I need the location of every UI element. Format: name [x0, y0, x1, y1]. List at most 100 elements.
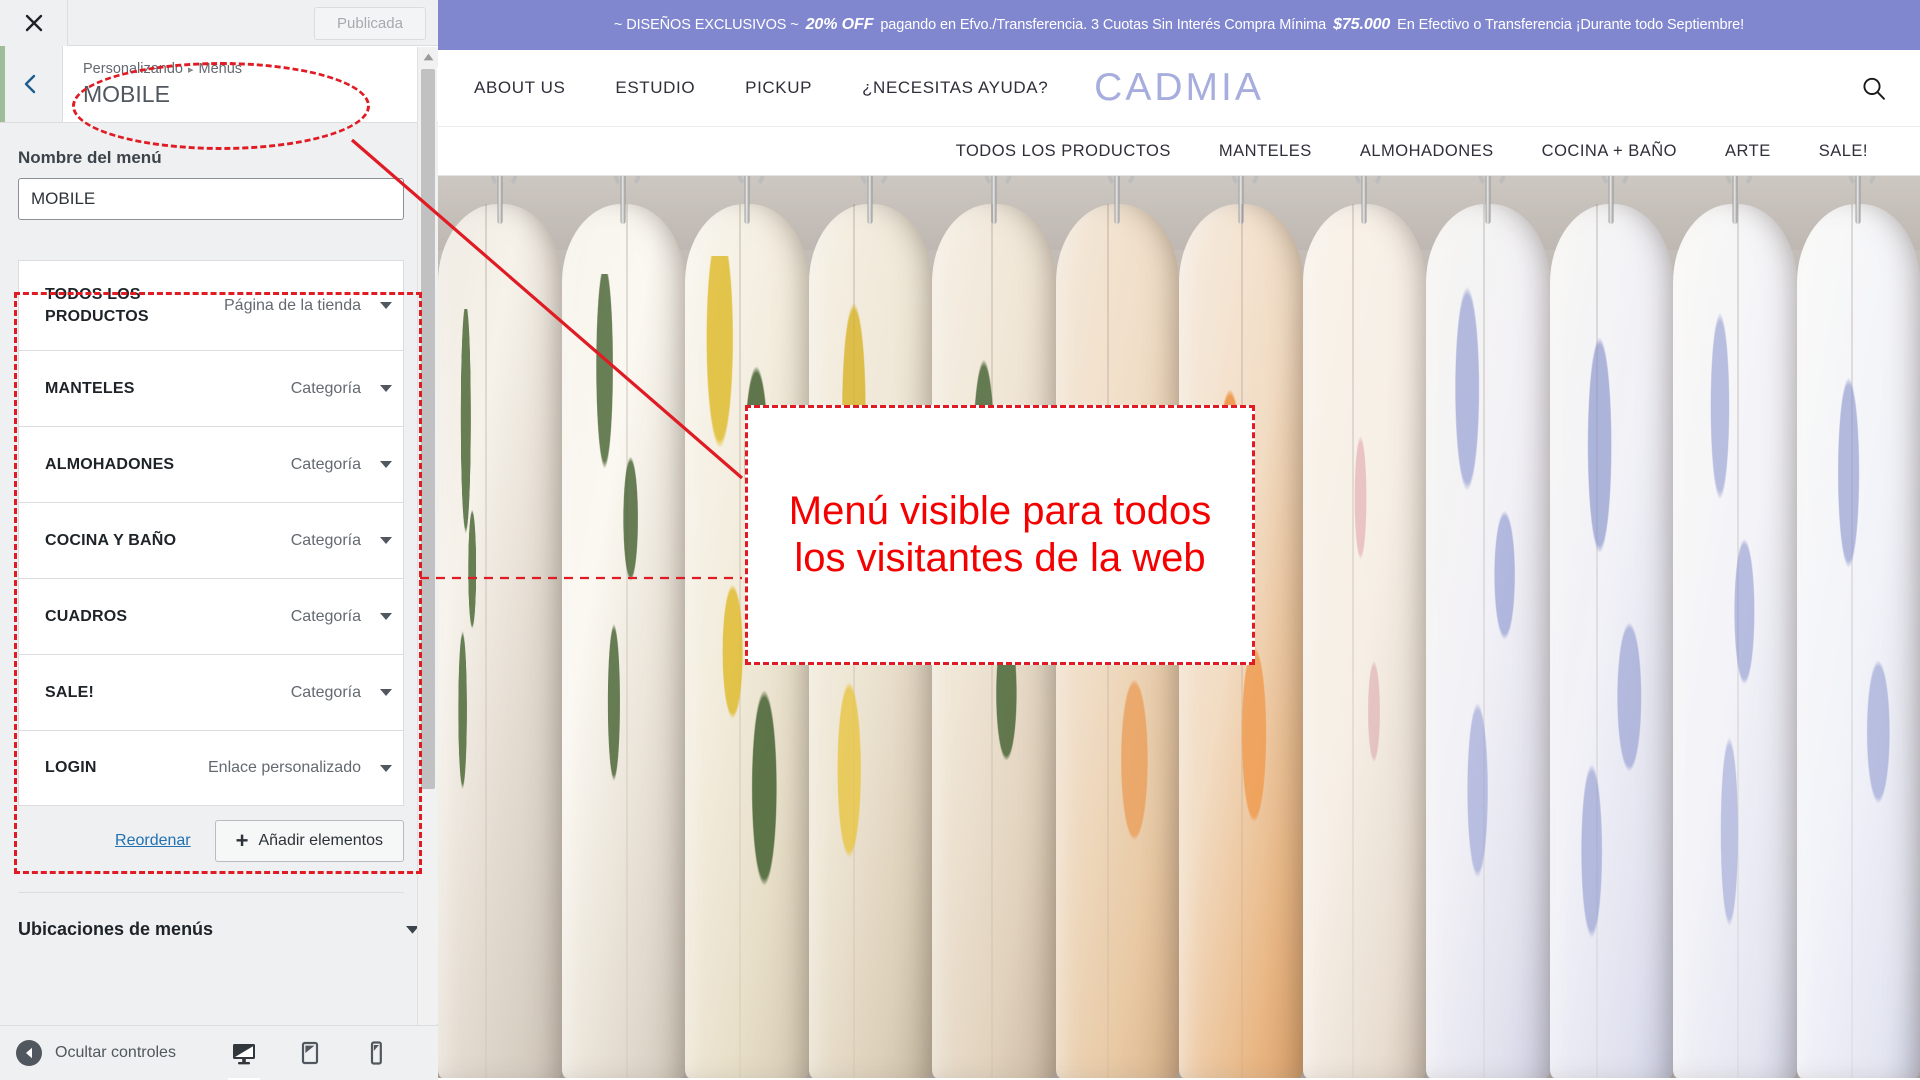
site-header: ABOUT US ESTUDIO PICKUP ¿NECESITAS AYUDA…: [438, 50, 1920, 126]
chevron-down-icon[interactable]: [377, 688, 395, 697]
hero-textiles: [438, 176, 1920, 1078]
menu-locations-accordion[interactable]: Ubicaciones de menús: [0, 919, 438, 940]
hook-icon: [860, 176, 888, 224]
sidebar-scrollbar[interactable]: [417, 47, 438, 1025]
textile: [1302, 176, 1426, 1078]
hook-icon: [1107, 176, 1135, 224]
chevron-down-icon[interactable]: [377, 301, 395, 310]
add-items-label: Añadir elementos: [258, 832, 383, 849]
menu-locations-label: Ubicaciones de menús: [18, 919, 214, 939]
menu-item-type: Categoría: [290, 607, 361, 625]
menu-items-list: TODOS LOS PRODUCTOS Página de la tienda …: [18, 260, 404, 806]
nav-item-cocina-bano[interactable]: COCINA + BAÑO: [1542, 142, 1677, 161]
chevron-down-icon[interactable]: [377, 460, 395, 469]
page-title: MOBILE: [83, 81, 170, 108]
hook-icon: [1601, 176, 1629, 224]
close-icon[interactable]: [0, 0, 68, 46]
promo-suffix: En Efectivo o Transferencia ¡Durante tod…: [1397, 17, 1745, 33]
publish-button[interactable]: Publicada: [314, 7, 426, 40]
textile: [808, 176, 932, 1078]
menu-item-title: SALE!: [45, 683, 94, 701]
menu-item-sale[interactable]: SALE! Categoría: [18, 654, 404, 730]
promo-banner: ~ DISEÑOS EXCLUSIVOS ~ 20% OFF pagando e…: [438, 0, 1920, 50]
customizer-body: Nombre del menú TODOS LOS PRODUCTOS Pági…: [0, 123, 438, 1024]
customizer-footer: Ocultar controles: [0, 1025, 438, 1080]
menu-item-type: Página de la tienda: [224, 296, 361, 314]
hook-icon: [490, 176, 518, 224]
menu-item-almohadones[interactable]: ALMOHADONES Categoría: [18, 426, 404, 502]
search-icon[interactable]: [1856, 71, 1890, 105]
nav-item-todos-los-productos[interactable]: TODOS LOS PRODUCTOS: [956, 142, 1171, 161]
menu-item-title: ALMOHADONES: [45, 455, 175, 473]
textile: [1796, 176, 1920, 1078]
menu-item-manteles[interactable]: MANTELES Categoría: [18, 350, 404, 426]
breadcrumb: Personalizando ▸ Menús: [83, 59, 438, 79]
hook-icon: [1354, 176, 1382, 224]
menu-item-title: LOGIN: [45, 759, 97, 777]
textile: [1179, 176, 1303, 1078]
scrollbar-thumb[interactable]: [421, 69, 435, 789]
panel-header: Personalizando ▸ Menús MOBILE: [0, 45, 438, 123]
menu-item-todos-los-productos[interactable]: TODOS LOS PRODUCTOS Página de la tienda: [18, 260, 404, 350]
plus-icon: +: [235, 828, 249, 853]
close-icon-glyph: [25, 14, 42, 31]
menu-item-type: Categoría: [290, 683, 361, 701]
menu-item-type: Categoría: [290, 379, 361, 397]
divider: [18, 892, 404, 893]
hook-icon: [1848, 176, 1876, 224]
promo-discount: 20% OFF: [805, 16, 874, 33]
menu-name-label: Nombre del menú: [18, 148, 162, 167]
customizer-topbar: Publicada: [0, 0, 438, 46]
textile: [1055, 176, 1179, 1078]
hook-icon: [1478, 176, 1506, 224]
hide-controls-button[interactable]: Ocultar controles: [0, 1040, 176, 1066]
hero-image: [438, 176, 1920, 1078]
reorder-button[interactable]: Reordenar: [113, 828, 193, 854]
menu-item-type: Enlace personalizado: [208, 759, 361, 776]
nav-item-almohadones[interactable]: ALMOHADONES: [1360, 142, 1494, 161]
promo-mid: pagando en Efvo./Transferencia. 3 Cuotas…: [880, 17, 1327, 33]
chevron-down-icon[interactable]: [377, 384, 395, 393]
chevron-down-icon[interactable]: [377, 764, 395, 773]
site-logo[interactable]: CADMIA: [1094, 66, 1264, 110]
textile: [1426, 176, 1550, 1078]
desktop-icon[interactable]: [226, 1033, 262, 1080]
chevron-down-icon[interactable]: [377, 612, 395, 621]
nav-item-necesitas-ayuda[interactable]: ¿NECESITAS AYUDA?: [862, 78, 1048, 98]
back-button[interactable]: [0, 45, 63, 123]
site-preview: ~ DISEÑOS EXCLUSIVOS ~ 20% OFF pagando e…: [438, 0, 1920, 1080]
nav-item-arte[interactable]: ARTE: [1725, 142, 1771, 161]
nav-item-pickup[interactable]: PICKUP: [745, 78, 812, 98]
customizer-sidebar: Publicada Personalizando ▸ Menús MOBILE No…: [0, 0, 438, 1080]
menu-item-title: TODOS LOS PRODUCTOS: [45, 285, 149, 325]
chevron-down-icon[interactable]: [377, 536, 395, 545]
chevron-left-icon: [24, 74, 36, 94]
hook-icon: [737, 176, 765, 224]
add-items-button[interactable]: + Añadir elementos: [214, 820, 404, 862]
menu-item-login[interactable]: LOGIN Enlace personalizado: [18, 730, 404, 806]
tablet-icon[interactable]: [292, 1033, 328, 1073]
nav-item-manteles[interactable]: MANTELES: [1219, 142, 1312, 161]
textile: [561, 176, 685, 1078]
menu-item-cocina-y-bano[interactable]: COCINA Y BAÑO Categoría: [18, 502, 404, 578]
menu-item-type: Categoría: [290, 531, 361, 549]
menu-item-cuadros[interactable]: CUADROS Categoría: [18, 578, 404, 654]
menu-actions: Reordenar + Añadir elementos: [18, 820, 404, 862]
promo-prefix: ~ DISEÑOS EXCLUSIVOS ~: [613, 17, 799, 33]
breadcrumb-root[interactable]: Personalizando: [83, 61, 183, 77]
nav-item-sale[interactable]: SALE!: [1819, 142, 1868, 161]
textile: [1673, 176, 1797, 1078]
mobile-icon[interactable]: [358, 1033, 394, 1073]
menu-item-title: CUADROS: [45, 607, 128, 625]
promo-amount: $75.000: [1333, 16, 1391, 33]
scroll-up-arrow-icon[interactable]: [418, 47, 438, 67]
nav-item-estudio[interactable]: ESTUDIO: [615, 78, 695, 98]
textile: [1549, 176, 1673, 1078]
menu-name-input[interactable]: [18, 178, 404, 220]
device-preview-switcher: [226, 1033, 394, 1080]
nav-item-about-us[interactable]: ABOUT US: [474, 78, 565, 98]
panel-header-text: Personalizando ▸ Menús MOBILE: [63, 46, 438, 122]
hide-controls-label: Ocultar controles: [55, 1044, 176, 1061]
breadcrumb-separator: ▸: [187, 63, 194, 76]
primary-navigation: ABOUT US ESTUDIO PICKUP ¿NECESITAS AYUDA…: [438, 78, 1048, 98]
